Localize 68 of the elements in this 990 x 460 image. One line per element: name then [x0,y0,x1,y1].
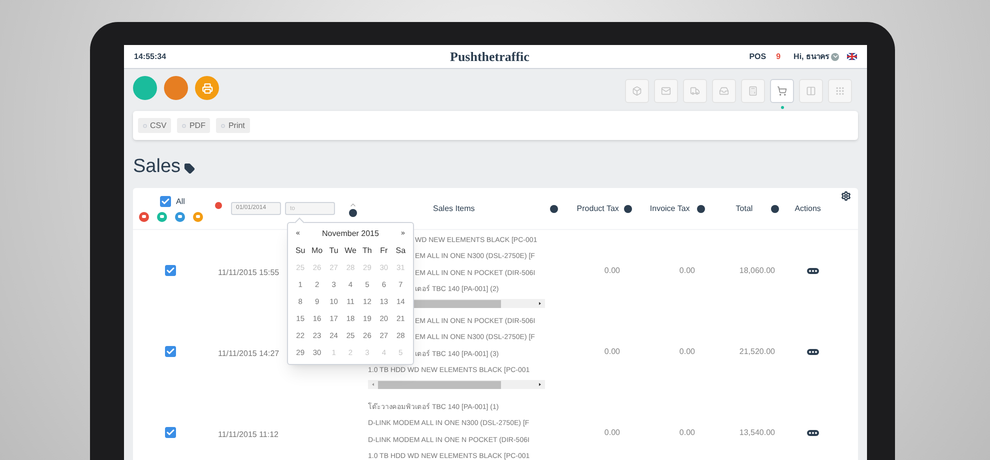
cart-icon [777,86,787,96]
columns-icon [806,86,816,96]
weekday-label: Tu [328,244,340,256]
app-title: Pushthetraffic [450,48,530,66]
invoice-tax-cell-text: 0.00 [678,264,695,276]
column-header[interactable]: Product Tax [576,202,619,214]
box-icon [632,86,642,96]
weekday-label: Th [362,244,373,256]
column-header[interactable]: Total [736,202,753,214]
pos-count: 9 [776,50,781,62]
actions-menu-icon[interactable] [806,268,818,274]
actions-menu-icon[interactable] [806,348,818,354]
status-filter[interactable] [193,212,203,222]
checkbox[interactable] [164,265,176,276]
column-header[interactable]: Sales Items [433,202,475,214]
total-cell-text: 13,540.00 [738,426,775,438]
weekday-label: Fr [379,244,389,256]
product-tax-cell-text: 0.00 [603,264,620,276]
clock-time: 14:55:34 [134,50,166,62]
scroll-right-icon[interactable] [539,302,541,306]
date-cell: 11/11/2015 11:12 [218,430,278,438]
scroll-right-icon[interactable] [539,383,541,386]
invoice-tax-cell-text: 0.00 [678,426,695,438]
flag-icon[interactable] [847,53,857,60]
weekday-label: We [344,244,358,256]
scroll-left-icon[interactable] [372,383,374,386]
tag-icon [184,162,195,174]
toolbar-button[interactable] [770,79,794,103]
export-button[interactable]: PDF [177,118,210,133]
invoice-tax-cell-text: 0.00 [678,346,695,358]
print-button[interactable] [195,76,219,100]
total-cell-text: 21,520.00 [738,346,775,358]
weekday-label: Sa [394,244,407,256]
checkbox[interactable] [160,196,171,207]
month-title[interactable]: November 2015 [322,228,379,240]
date-cell: 11/11/2015 15:55 [218,268,280,276]
printer-icon [202,82,212,94]
status-filter[interactable] [139,212,149,222]
action-button[interactable] [164,76,188,100]
product-tax-cell-text: 0.00 [603,346,620,358]
export-button[interactable]: CSV [138,118,172,133]
action-button[interactable] [133,76,157,100]
envelope-icon [661,86,671,96]
pos-label: POS [749,50,766,62]
status-filter[interactable] [175,212,185,222]
user-greeting[interactable]: Hi, ธนาคร [794,50,829,62]
column-header[interactable]: Actions [794,202,821,214]
column-header[interactable]: Invoice Tax [650,202,690,214]
inbox-icon [719,86,729,96]
page-title: Sales [133,154,181,179]
actions-menu-icon[interactable] [806,430,818,436]
weekday-label: Mo [310,244,324,256]
weekday-label: Su [294,244,306,256]
product-tax-cell-text: 0.00 [603,426,620,438]
horizontal-scrollbar[interactable] [368,380,545,390]
select-all-label: All [176,196,185,208]
active-indicator [780,106,784,109]
date-cell: 11/11/2015 14:27 [218,348,280,358]
total-cell-text: 18,060.00 [738,264,775,276]
truck-icon [690,86,700,96]
checkbox[interactable] [164,427,176,438]
export-button[interactable]: Print [216,118,250,133]
grid-icon [835,86,845,96]
calculator-icon [748,86,758,96]
status-filter[interactable] [157,212,167,222]
dropdown-icon[interactable] [831,52,839,60]
checkbox[interactable] [164,346,176,357]
settings-icon[interactable] [841,191,851,201]
